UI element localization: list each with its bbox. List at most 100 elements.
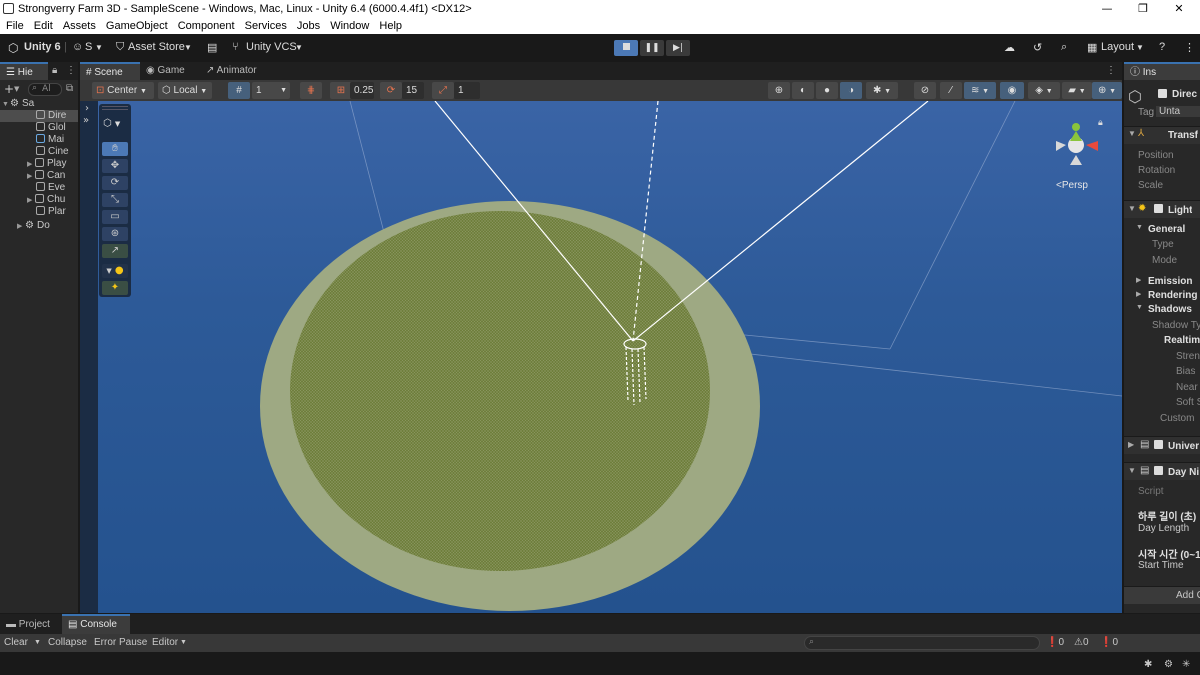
- error-count-toggle[interactable]: ❗0: [1046, 636, 1064, 650]
- expand-arrow-icon[interactable]: ▼: [2, 99, 10, 110]
- move-snap-icon[interactable]: ⊞: [330, 82, 352, 99]
- unity-version-button[interactable]: Unity 6: [24, 41, 61, 53]
- account-icon[interactable]: ☺: [72, 41, 83, 53]
- expand-arrow-icon[interactable]: ▶: [27, 159, 35, 170]
- light-dropdown[interactable]: ▼ ●: [102, 264, 128, 278]
- grid-snap-toggle[interactable]: #: [228, 82, 250, 99]
- draw-mode-shaded-icon[interactable]: ●: [816, 82, 838, 99]
- hierarchy-search-input[interactable]: ⌕ Al: [28, 83, 62, 96]
- tab-project[interactable]: ▬ Project: [0, 616, 56, 634]
- expand-arrow-icon[interactable]: ▼: [1128, 129, 1136, 138]
- light-probe-icon[interactable]: ✦: [102, 281, 128, 295]
- scale-tool-icon[interactable]: ⤡: [102, 193, 128, 207]
- expand-arrow-icon[interactable]: ▶: [17, 221, 25, 232]
- menu-file[interactable]: File: [6, 18, 24, 34]
- tab-inspector[interactable]: ⓘ Ins: [1124, 62, 1200, 80]
- scale-snap-icon[interactable]: ⤢: [432, 82, 454, 99]
- menu-assets[interactable]: Assets: [63, 18, 96, 34]
- maximize-button[interactable]: ❐: [1136, 2, 1150, 16]
- add-icon[interactable]: +: [4, 82, 14, 96]
- chevron-down-icon[interactable]: ▼: [34, 636, 41, 650]
- collapse-chevron-icon[interactable]: ›: [85, 103, 89, 114]
- draw-mode-wire-icon[interactable]: ⊕: [768, 82, 790, 99]
- step-button[interactable]: ▶|: [666, 40, 690, 56]
- expand-arrow-icon[interactable]: ▶: [27, 171, 35, 182]
- tab-scene[interactable]: # Scene: [80, 62, 140, 80]
- pivot-dropdown[interactable]: ⊡ Center ▼: [92, 82, 154, 99]
- grid-size-dropdown[interactable]: 1 ▼: [252, 82, 290, 99]
- layout-dropdown[interactable]: Layout: [1101, 41, 1134, 53]
- move-snap-input[interactable]: 0.25: [350, 82, 374, 99]
- account-button[interactable]: S: [85, 41, 92, 53]
- hierarchy-row-plane[interactable]: Plar: [0, 206, 78, 218]
- expand-arrow-icon[interactable]: ▼: [1136, 304, 1143, 311]
- info-count-toggle[interactable]: ❗0: [1100, 636, 1118, 650]
- tab-animator[interactable]: ↗ Animator: [200, 62, 263, 80]
- expand-arrow-icon[interactable]: ▶: [1136, 290, 1141, 298]
- fx-dropdown[interactable]: ≋ ▼: [964, 82, 996, 99]
- menu-component[interactable]: Component: [178, 18, 235, 34]
- expand-arrow-icon[interactable]: ▼: [1128, 466, 1136, 475]
- transform-tool-icon[interactable]: ⊛: [102, 227, 128, 241]
- menu-jobs[interactable]: Jobs: [297, 18, 320, 34]
- tab-game[interactable]: ◉ Game: [140, 62, 191, 80]
- hierarchy-row-chunk[interactable]: ▶ Chu: [0, 194, 78, 206]
- expand-arrow-icon[interactable]: ▶: [1128, 440, 1134, 449]
- cloud-icon[interactable]: ☁: [1004, 41, 1015, 54]
- camera-dropdown[interactable]: ▰ ▼: [1062, 82, 1092, 99]
- panel-divider[interactable]: [78, 62, 80, 613]
- hierarchy-row-player[interactable]: ▶ Play: [0, 158, 78, 170]
- draw-mode-lit-icon[interactable]: ◑: [840, 82, 862, 99]
- move-tool-icon[interactable]: ✥: [102, 159, 128, 173]
- menu-gameobject[interactable]: GameObject: [106, 18, 168, 34]
- play-button[interactable]: [614, 40, 638, 56]
- tag-dropdown[interactable]: Unta: [1156, 106, 1200, 117]
- hierarchy-row-directional-light[interactable]: Dire: [0, 110, 78, 122]
- render-mode-dropdown[interactable]: ✱ ▼: [866, 82, 898, 99]
- expand-arrow-icon[interactable]: ▶: [27, 195, 35, 206]
- expand-arrow-icon[interactable]: ▼: [1136, 224, 1143, 231]
- editor-dropdown[interactable]: Editor: [152, 636, 178, 650]
- tab-hierarchy[interactable]: ☰ Hie: [0, 62, 48, 80]
- rotate-snap-input[interactable]: 15: [402, 82, 424, 99]
- lock-icon[interactable]: 🔒︎: [1098, 118, 1103, 128]
- hand-tool-icon[interactable]: ✋︎: [102, 142, 128, 156]
- visibility-toggle-icon[interactable]: ◉: [1000, 82, 1024, 99]
- package-icon[interactable]: ▤: [207, 41, 217, 54]
- rotate-tool-icon[interactable]: ⟳: [102, 176, 128, 190]
- cube-dropdown[interactable]: ⬡ ▼: [103, 118, 120, 129]
- menu-services[interactable]: Services: [245, 18, 287, 34]
- 2d-toggle-icon[interactable]: ⊘: [914, 82, 936, 99]
- draw-mode-shaded-wire-icon[interactable]: ◐: [792, 82, 814, 99]
- add-component-button[interactable]: Add C: [1124, 586, 1200, 604]
- lighting-toggle-icon[interactable]: ⁄: [940, 82, 962, 99]
- rect-tool-icon[interactable]: ▭: [102, 210, 128, 224]
- menu-dots-icon[interactable]: ⋮: [1184, 41, 1195, 54]
- menu-help[interactable]: Help: [379, 18, 402, 34]
- search-icon[interactable]: ⌕: [1061, 41, 1067, 54]
- expand-chevron-icon[interactable]: »: [83, 115, 89, 126]
- object-name-field[interactable]: Direc: [1172, 89, 1197, 100]
- settings-icon[interactable]: ⚙: [1164, 658, 1173, 672]
- drag-handle[interactable]: [102, 106, 128, 110]
- hierarchy-row-main-camera[interactable]: Mai: [0, 134, 78, 146]
- snap-increment-icon[interactable]: ⋕: [300, 82, 322, 99]
- light-enabled-checkbox[interactable]: [1154, 204, 1163, 215]
- close-button[interactable]: ✕: [1172, 2, 1186, 16]
- gizmos-dropdown[interactable]: ⊕ ▼: [1092, 82, 1122, 99]
- minimize-button[interactable]: —: [1100, 2, 1114, 16]
- hierarchy-row-cinemachine[interactable]: Cine: [0, 146, 78, 158]
- filter-icon[interactable]: ⧉: [66, 83, 73, 94]
- console-search-input[interactable]: ⌕: [804, 636, 1040, 650]
- shadows-foldout[interactable]: Shadows: [1148, 304, 1192, 315]
- scene-viewport[interactable]: 🔒︎ <Persp ⬡ ▼ ✋︎ ✥ ⟳ ⤡ ▭ ⊛ ↗ ▼ ● ✦ › »: [80, 101, 1122, 613]
- hierarchy-row-canvas[interactable]: ▶ Can: [0, 170, 78, 182]
- rendering-foldout[interactable]: Rendering: [1148, 290, 1197, 301]
- rotate-snap-icon[interactable]: ⟳: [380, 82, 402, 99]
- tab-console[interactable]: ▤ Console: [62, 614, 130, 634]
- active-checkbox[interactable]: [1158, 89, 1167, 100]
- hierarchy-row-dontdestroy[interactable]: ▶ ⚙ Do: [0, 220, 78, 232]
- error-pause-button[interactable]: Error Pause: [94, 636, 147, 650]
- emission-foldout[interactable]: Emission: [1148, 276, 1192, 287]
- menu-edit[interactable]: Edit: [34, 18, 53, 34]
